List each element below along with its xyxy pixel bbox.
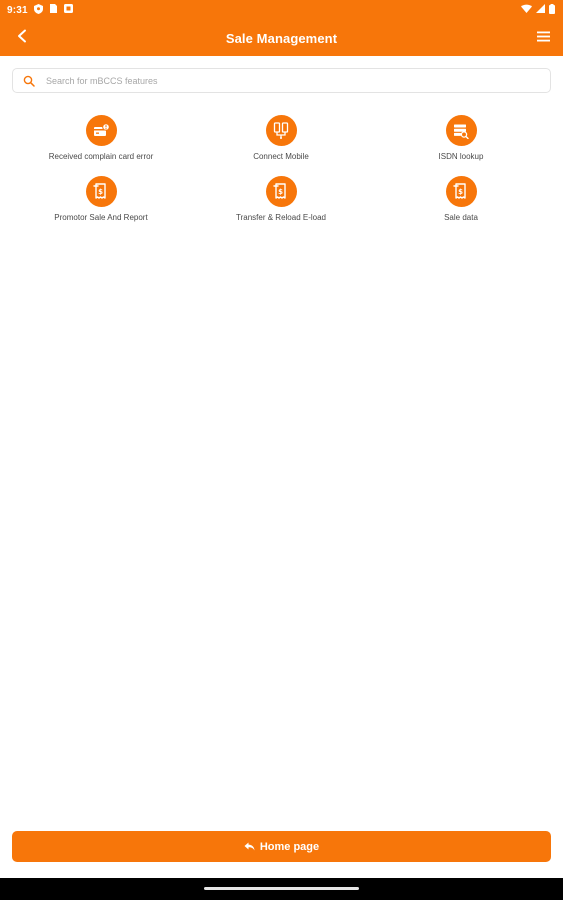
home-page-button[interactable]: Home page bbox=[12, 831, 551, 862]
feature-label: Received complain card error bbox=[48, 152, 154, 161]
card-error-icon bbox=[85, 115, 117, 146]
receipt-icon: $ bbox=[85, 176, 117, 207]
system-nav-bar bbox=[0, 878, 563, 900]
notification-square-icon bbox=[63, 4, 73, 16]
wifi-icon bbox=[521, 4, 532, 16]
receipt-icon: $ bbox=[445, 176, 477, 207]
search-input[interactable] bbox=[46, 75, 526, 86]
connect-mobile-icon bbox=[265, 115, 297, 146]
feature-sale-data[interactable]: $ Sale data bbox=[371, 175, 551, 236]
home-gesture-handle[interactable] bbox=[204, 887, 359, 890]
feature-transfer-reload-e-load[interactable]: $ Transfer & Reload E-load bbox=[191, 175, 371, 236]
receipt-icon: $ bbox=[265, 176, 297, 207]
battery-icon bbox=[549, 3, 555, 17]
status-left-icons bbox=[33, 3, 73, 17]
shield-icon bbox=[33, 3, 43, 17]
page-title: Sale Management bbox=[225, 30, 338, 46]
svg-text:$: $ bbox=[98, 188, 103, 196]
search-icon bbox=[22, 74, 36, 88]
menu-button[interactable] bbox=[533, 28, 553, 48]
feature-received-complain-card-error[interactable]: Received complain card error bbox=[11, 114, 191, 175]
feature-label: Sale data bbox=[444, 213, 478, 222]
feature-promotor-sale-and-report[interactable]: $ Promotor Sale And Report bbox=[11, 175, 191, 236]
feature-label: Transfer & Reload E-load bbox=[236, 213, 326, 222]
back-arrow-icon bbox=[16, 29, 28, 48]
feature-label: Connect Mobile bbox=[253, 152, 309, 161]
status-bar: 9:31 bbox=[0, 0, 563, 20]
hamburger-menu-icon bbox=[536, 29, 550, 47]
screen: 9:31 Sale Management Search for mBCCS fe… bbox=[0, 0, 563, 900]
search-bar[interactable] bbox=[12, 68, 551, 93]
sim-card-icon bbox=[49, 4, 57, 16]
signal-icon bbox=[536, 4, 545, 16]
svg-text:$: $ bbox=[458, 188, 463, 196]
feature-label: ISDN lookup bbox=[438, 152, 484, 161]
status-right-icons bbox=[521, 3, 555, 17]
reply-arrow-icon bbox=[244, 842, 255, 851]
isdn-lookup-icon bbox=[445, 115, 477, 146]
feature-grid: Received complain card error Connect Mob… bbox=[11, 114, 551, 236]
home-page-label: Home page bbox=[259, 840, 320, 853]
svg-text:$: $ bbox=[278, 188, 283, 196]
status-time: 9:31 bbox=[7, 4, 28, 16]
app-bar: Sale Management bbox=[0, 20, 563, 56]
feature-connect-mobile[interactable]: Connect Mobile bbox=[191, 114, 371, 175]
feature-label: Promotor Sale And Report bbox=[54, 213, 148, 222]
feature-isdn-lookup[interactable]: ISDN lookup bbox=[371, 114, 551, 175]
back-button[interactable] bbox=[12, 28, 32, 48]
